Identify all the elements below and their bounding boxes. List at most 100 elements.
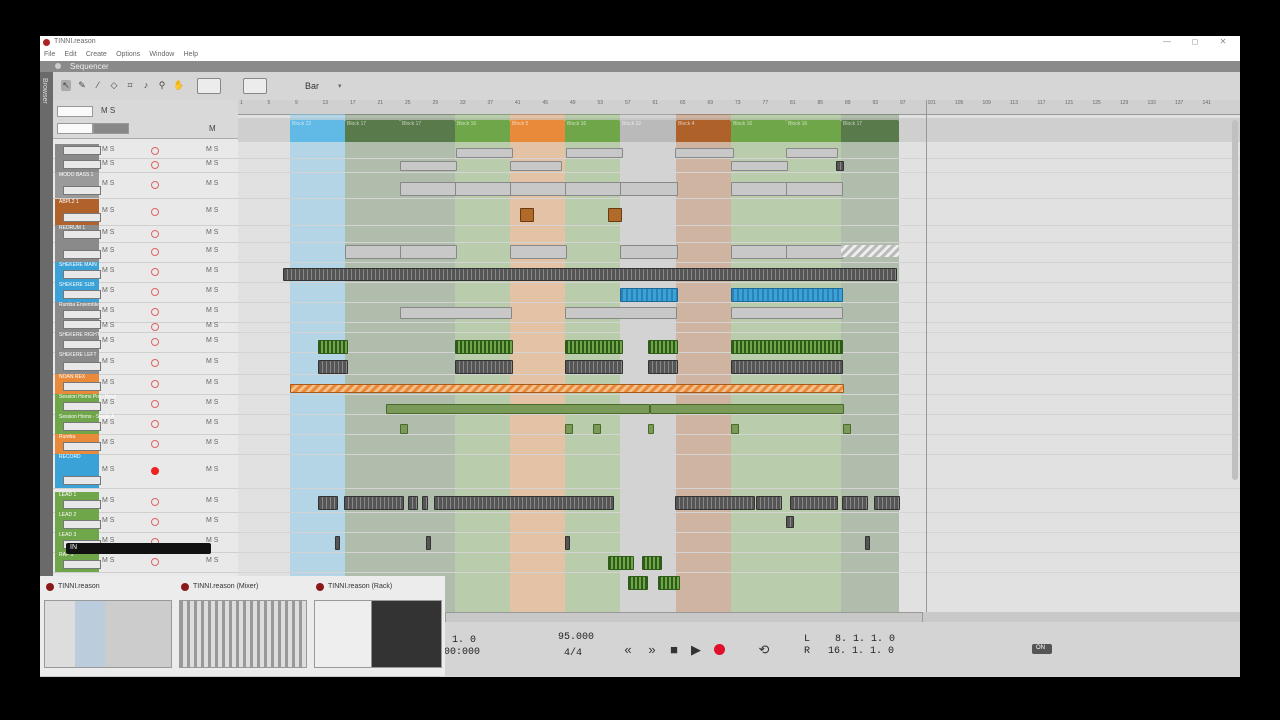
on-button[interactable]: ON [1032, 644, 1052, 654]
mute-solo-buttons[interactable]: M S [102, 497, 114, 504]
loop-right-position[interactable]: 16. 1. 1. 0 [828, 646, 894, 657]
record-enable-button[interactable] [151, 288, 159, 296]
thumbnail-rack[interactable]: TINNI.reason (Rack) [310, 576, 445, 676]
track-row[interactable]: RECORD M S M S [53, 454, 238, 489]
mute-solo-buttons[interactable]: M S [102, 287, 114, 294]
mute-solo-buttons[interactable]: M S [206, 287, 218, 294]
close-icon[interactable]: ✕ [1216, 37, 1230, 46]
menu-create[interactable]: Create [86, 51, 107, 58]
maximize-icon[interactable]: ◻ [1188, 37, 1202, 46]
record-enable-button[interactable] [151, 147, 159, 155]
mute-solo-buttons[interactable]: M S [102, 399, 114, 406]
record-enable-button[interactable] [151, 440, 159, 448]
clip[interactable] [344, 496, 404, 510]
record-enable-button[interactable] [151, 380, 159, 388]
menu-help[interactable]: Help [184, 51, 198, 58]
clip[interactable] [593, 424, 601, 434]
track-name[interactable]: RECORD [59, 454, 81, 460]
clip[interactable] [628, 576, 648, 590]
mute-solo-buttons[interactable]: M S [102, 517, 114, 524]
clip[interactable] [283, 268, 897, 281]
track-name[interactable]: SHEKERE RIGHT [59, 332, 100, 338]
track-row[interactable]: SHEKERE RIGHT M SM S [53, 332, 238, 353]
menu-edit[interactable]: Edit [65, 51, 77, 58]
clip[interactable] [520, 208, 534, 222]
clip[interactable] [731, 161, 788, 171]
mute-solo-buttons[interactable]: M S [102, 267, 114, 274]
clip[interactable] [841, 245, 899, 257]
clip[interactable] [731, 360, 843, 374]
mute-solo-buttons[interactable]: M S [102, 229, 114, 236]
clip[interactable] [456, 148, 513, 158]
arrangement-area[interactable]: 1 5 9 13 17 21 25 29 33 37 41 45 49 53 57 61 65 69 73 77 81 8… [238, 100, 1240, 612]
clip[interactable] [842, 496, 868, 510]
clip[interactable] [731, 182, 788, 196]
eraser-tool-icon[interactable]: ◇ [109, 80, 119, 91]
clip[interactable] [400, 161, 457, 171]
track-name[interactable]: SHEKERE MAIN [59, 262, 97, 268]
clip[interactable] [434, 496, 614, 510]
track-row[interactable]: M SM S [53, 242, 238, 263]
clip[interactable] [658, 576, 680, 590]
mute-solo-buttons[interactable]: M S [206, 497, 218, 504]
record-enable-button[interactable] [151, 268, 159, 276]
clip[interactable] [318, 496, 338, 510]
snap-value[interactable]: Bar [305, 81, 319, 91]
stop-icon[interactable]: ■ [666, 642, 682, 658]
track-name[interactable]: LEAD 1 [59, 492, 76, 498]
clip[interactable] [455, 340, 513, 354]
fast-forward-icon[interactable]: » [644, 642, 660, 658]
clip[interactable] [318, 340, 348, 354]
thumbnail-mixer[interactable]: TINNI.reason (Mixer) [175, 576, 310, 676]
mute-solo-buttons[interactable]: M S [206, 358, 218, 365]
mute-solo-buttons[interactable]: M S [206, 267, 218, 274]
mute-solo-buttons[interactable]: M S [206, 146, 218, 153]
mute-solo-buttons[interactable]: M S [102, 419, 114, 426]
clip[interactable] [620, 288, 678, 302]
mute-solo-buttons[interactable]: M S [206, 180, 218, 187]
record-enable-button[interactable] [151, 420, 159, 428]
clip[interactable] [386, 404, 650, 414]
record-enable-button[interactable] [151, 208, 159, 216]
clip[interactable] [836, 161, 844, 171]
clip[interactable] [620, 182, 678, 196]
track-name[interactable]: ABPL2 1 [59, 199, 79, 205]
mute-solo-buttons[interactable]: M S [206, 207, 218, 214]
record-enable-button[interactable] [151, 400, 159, 408]
vertical-scrollbar[interactable] [1232, 120, 1238, 480]
clip[interactable] [565, 307, 677, 319]
track-row[interactable]: MODO BASS 1 M S M S [53, 172, 238, 199]
clip[interactable] [408, 496, 418, 510]
clip[interactable] [566, 148, 623, 158]
clip[interactable] [756, 496, 782, 510]
record-enable-button[interactable] [151, 308, 159, 316]
magnify-tool-icon[interactable]: ⚲ [157, 80, 167, 91]
clip[interactable] [675, 148, 734, 158]
snap-button[interactable] [243, 78, 267, 94]
clip[interactable] [786, 182, 843, 196]
mute-solo-buttons[interactable]: M S [206, 379, 218, 386]
mute-solo-buttons[interactable]: M S [102, 337, 114, 344]
rewind-icon[interactable]: « [620, 642, 636, 658]
time-signature[interactable]: 4/4 [564, 648, 582, 659]
clip[interactable] [345, 245, 402, 259]
mute-solo-buttons[interactable]: M S [206, 337, 218, 344]
menu-file[interactable]: File [44, 51, 55, 58]
clip[interactable] [731, 424, 739, 434]
hand-tool-icon[interactable]: ✋ [173, 80, 184, 91]
track-row[interactable]: Session Horns - Single AM SM S [53, 414, 238, 435]
clip[interactable] [786, 516, 794, 528]
clip[interactable] [318, 360, 348, 374]
track-name[interactable]: LEAD 3 [59, 532, 76, 538]
clip[interactable] [422, 496, 428, 510]
mute-solo-buttons[interactable]: M S [102, 358, 114, 365]
mute-solo-buttons[interactable]: M S [102, 207, 114, 214]
song-end-marker[interactable] [926, 100, 927, 612]
track-row[interactable]: SHEKERE LEFT M S M S [53, 352, 238, 375]
mute-tool-icon[interactable]: ♪ [141, 80, 151, 91]
mute-solo-buttons[interactable]: M S [206, 307, 218, 314]
track-name[interactable]: LEAD 2 [59, 512, 76, 518]
clip[interactable] [290, 384, 844, 393]
clip[interactable] [565, 340, 623, 354]
clip[interactable] [790, 496, 838, 510]
